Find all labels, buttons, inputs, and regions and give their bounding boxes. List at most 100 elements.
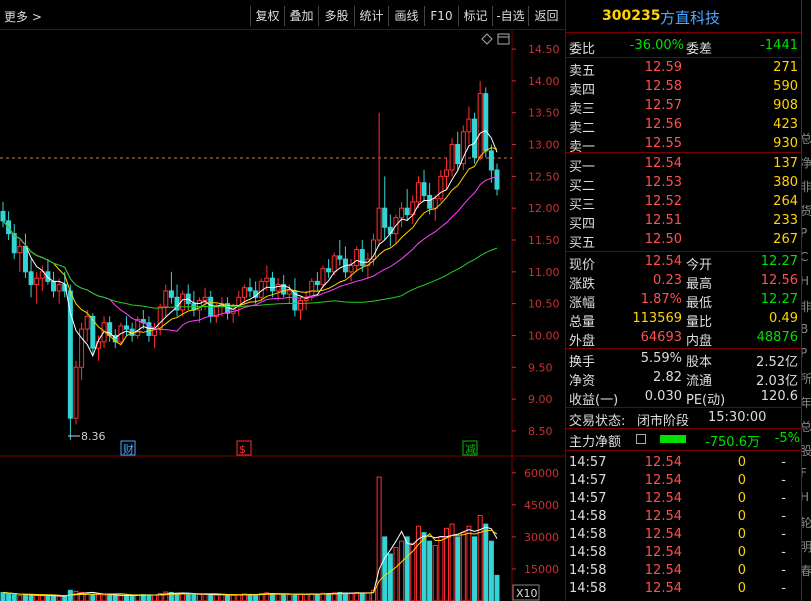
price-tick-label: 12.00 <box>528 202 560 215</box>
volume-bar <box>477 515 483 601</box>
volume-bar <box>39 595 45 601</box>
more-button[interactable]: 更多 > <box>4 8 42 25</box>
multi-stock-button[interactable]: 多股 <box>318 6 354 26</box>
bid-level-row: 买四 12.51 233 <box>566 212 802 232</box>
low-price-marker: 8.36 <box>68 430 106 443</box>
quote-stat-row: 总量 113569 量比 0.49 <box>566 310 802 330</box>
stat-value: 113569 <box>632 311 682 326</box>
fuquan-button[interactable]: 复权 <box>250 6 284 26</box>
event-badge-label[interactable]: 财 <box>123 442 134 456</box>
tick-price: 12.54 <box>644 509 682 524</box>
bid-level-label: 买五 <box>569 236 596 251</box>
f10-button[interactable]: F10 <box>424 6 458 26</box>
volume-bar <box>376 476 382 601</box>
volume-bar <box>399 540 405 601</box>
price-tick-label: 14.50 <box>528 43 560 56</box>
volume-bar <box>382 536 388 601</box>
window-icon[interactable] <box>497 33 510 45</box>
stat-value: 12.27 <box>760 292 798 307</box>
tick-row: 14:58 12.54 0 - <box>566 544 802 563</box>
volume-bar <box>45 595 51 601</box>
candle-body <box>51 280 57 292</box>
volume-bar <box>483 523 489 601</box>
candle-body <box>432 198 438 209</box>
kline-chart-svg[interactable]: 14.50 14.00 13.50 13.00 12.50 12.00 11.50 11.00… <box>0 30 565 601</box>
clipped-label: P <box>802 226 807 240</box>
tick-direction: - <box>781 455 786 470</box>
volume-bar <box>112 594 118 601</box>
bid-price: 12.51 <box>644 213 682 228</box>
volume-bar <box>11 594 17 601</box>
stock-name: 方直科技 <box>660 9 721 27</box>
order-ratio-row: 委比 -36.00% 委差 -1441 <box>566 37 802 57</box>
mark-button[interactable]: 标记 <box>458 6 492 26</box>
ask-price: 12.57 <box>644 98 682 113</box>
candle-body <box>286 290 292 295</box>
statistics-button[interactable]: 统计 <box>354 6 388 26</box>
volume-bar <box>443 527 449 601</box>
event-badge-label[interactable]: $ <box>239 443 246 456</box>
tick-time: 14:58 <box>569 581 607 596</box>
candle-body <box>337 255 343 260</box>
candle-body <box>34 277 40 286</box>
volume-bar <box>326 593 332 601</box>
fundamental-label: PE(动) <box>686 393 726 408</box>
ma10-line <box>2 147 498 346</box>
volume-bar <box>135 594 141 601</box>
overlay-button[interactable]: 叠加 <box>284 6 318 26</box>
trade-status-value: 闭市阶段 <box>637 414 690 429</box>
tick-volume: 0 <box>737 545 746 560</box>
candle-body <box>168 290 174 298</box>
diamond-icon[interactable] <box>481 33 493 45</box>
tick-row: 14:57 12.54 0 - <box>566 490 802 509</box>
volume-tick-label: 15000 <box>524 563 559 576</box>
volume-bar <box>365 592 371 601</box>
ask-volume: 271 <box>773 60 798 75</box>
candle-body <box>264 277 270 282</box>
candle-body <box>354 249 360 266</box>
candle-body <box>157 306 163 330</box>
main-flow-row[interactable]: 主力净额 -750.6万 -5% <box>566 430 802 450</box>
price-tick-label: 10.50 <box>528 298 560 311</box>
event-badge-label[interactable]: 减 <box>465 443 476 456</box>
candle-body <box>241 287 247 298</box>
candle-body <box>0 210 6 222</box>
candle-body <box>404 207 410 216</box>
candle-body <box>124 325 129 330</box>
volume-bar <box>219 594 225 601</box>
candle-body <box>326 268 332 273</box>
volume-tick-label: 60000 <box>524 467 559 480</box>
draw-line-button[interactable]: 画线 <box>388 6 424 26</box>
stock-header: 300235 方直科技 <box>566 0 802 33</box>
list-icon[interactable] <box>636 434 646 444</box>
trade-status-label: 交易状态: <box>569 414 626 429</box>
tick-time: 14:57 <box>569 491 607 506</box>
bid-level-row: 买二 12.53 380 <box>566 174 802 194</box>
clipped-label: B <box>802 322 808 336</box>
back-button[interactable]: 返回 <box>528 6 564 26</box>
candle-body <box>472 118 478 158</box>
volume-bar <box>202 593 208 601</box>
volume-bar <box>56 595 62 601</box>
stat-label: 今开 <box>686 258 713 273</box>
quote-stat-row: 现价 12.54 今开 12.27 <box>566 253 802 273</box>
candle-body <box>494 169 500 190</box>
stat-value: 12.54 <box>644 254 682 269</box>
volume-bar <box>180 593 186 601</box>
remove-watchlist-button[interactable]: -自选 <box>492 6 528 26</box>
candle-body <box>382 207 388 228</box>
clipped-label: 明 <box>802 538 811 555</box>
volume-tick-label: 30000 <box>524 531 559 544</box>
clipped-label: 货 <box>802 202 811 219</box>
main-flow-label: 主力净额 <box>569 435 622 450</box>
stat-label: 现价 <box>569 258 596 273</box>
volume-bar <box>303 593 309 601</box>
fundamental-value: 120.6 <box>760 389 798 404</box>
fundamental-label: 净资 <box>569 374 596 389</box>
volume-bar <box>393 547 399 601</box>
tick-time: 14:58 <box>569 545 607 560</box>
candle-body <box>67 290 73 419</box>
kline-chart-area[interactable]: 14.50 14.00 13.50 13.00 12.50 12.00 11.50 11.00… <box>0 30 565 601</box>
order-diff-value: -1441 <box>760 38 798 53</box>
volume-bars-group <box>0 476 500 601</box>
